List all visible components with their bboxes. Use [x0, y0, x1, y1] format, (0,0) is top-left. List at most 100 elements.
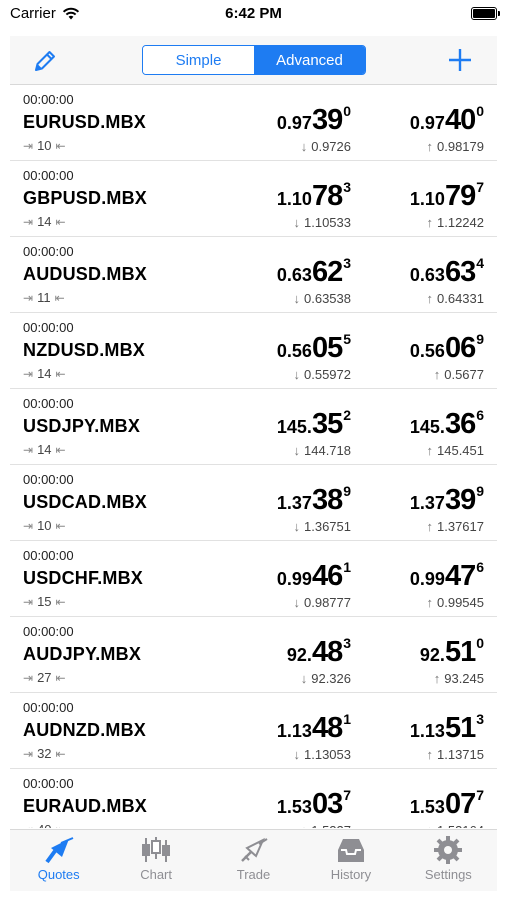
quote-spread: ⇥ 14 ⇤	[23, 214, 66, 229]
daily-low: ↓1.5227	[301, 823, 351, 828]
daily-high-value: 0.99545	[437, 595, 484, 610]
spread-value: 10	[37, 518, 52, 533]
daily-low-value: 1.13053	[304, 747, 351, 762]
tab-chart[interactable]: Chart	[107, 830, 204, 891]
bid-price: 1.10783	[277, 179, 351, 213]
bid-price: 1.53037	[277, 787, 351, 821]
ask-price-fraction: 6	[476, 407, 484, 423]
quote-time: 00:00:00	[23, 168, 74, 183]
bid-price-fraction: 5	[343, 331, 351, 347]
ask-price-fraction: 3	[476, 711, 484, 727]
daily-high-value: 0.5677	[444, 367, 484, 382]
tab-label-settings: Settings	[424, 867, 472, 882]
bid-price: 0.63623	[277, 255, 351, 289]
ask-price-prefix: 0.97	[409, 113, 445, 133]
ask-price-fraction: 7	[476, 179, 484, 195]
tab-history[interactable]: History	[302, 830, 399, 891]
battery-icon	[471, 7, 500, 20]
arrow-up-icon: ↑	[426, 595, 434, 610]
daily-high: ↑ 0.64331	[427, 291, 485, 306]
arrow-down-icon: ↓	[301, 823, 308, 828]
quote-symbol: AUDJPY.MBX	[23, 644, 142, 664]
daily-high-value: 0.98179	[437, 139, 484, 154]
spread-value: 14	[37, 366, 52, 381]
edit-pencil-icon[interactable]	[32, 48, 58, 74]
bid-price-pips: 48	[311, 712, 343, 744]
arrow-left-from-bar-icon: ⇤	[55, 138, 66, 153]
daily-low-value: 1.10533	[304, 215, 351, 230]
quote-spread: ⇥ 40 ⇤	[23, 822, 66, 828]
arrow-down-icon: ↓	[293, 519, 301, 534]
quotes-icon	[45, 837, 74, 864]
settings-icon	[434, 836, 463, 864]
arrow-right-to-bar-icon: ⇥	[23, 823, 33, 829]
bid-price-pips: 78	[311, 180, 343, 212]
daily-low: ↓ 0.63538	[294, 291, 352, 306]
ask-price-pips: 51	[444, 712, 476, 744]
quote-row[interactable]: 00:00:00 EURUSD.MBX ⇥ 10 ⇤ 0.97390 0.97400 ↓ 0.9…	[10, 85, 497, 161]
quote-row[interactable]: 00:00:00 USDCAD.MBX ⇥ 10 ⇤ 1.37389 1.37399 ↓ 1.3…	[10, 465, 497, 541]
tab-label-chart: Chart	[140, 867, 172, 882]
arrow-left-from-bar-icon: ⇤	[55, 594, 66, 609]
tab-settings[interactable]: Settings	[400, 830, 497, 891]
segment-simple[interactable]: Simple	[143, 46, 254, 74]
daily-high: ↑1.53164	[427, 823, 485, 828]
spread-value: 15	[37, 594, 52, 609]
bid-price-prefix: 0.97	[276, 113, 312, 133]
quote-row[interactable]: 00:00:00 AUDUSD.MBX ⇥ 11 ⇤ 0.63623 0.63634 ↓ 0.6…	[10, 237, 497, 313]
tab-trade[interactable]: Trade	[205, 830, 302, 891]
ask-price-pips: 36	[444, 408, 476, 440]
arrow-right-to-bar-icon: ⇥	[23, 366, 34, 381]
bid-price-prefix: 145.	[276, 417, 312, 437]
daily-high-value: 145.451	[437, 443, 484, 458]
bid-price: 0.97390	[277, 103, 351, 137]
add-plus-icon[interactable]	[447, 46, 473, 74]
quote-symbol: USDCAD.MBX	[23, 492, 148, 512]
daily-low-value: 1.5227	[311, 823, 351, 828]
quote-row[interactable]: 00:00:00 USDJPY.MBX ⇥ 14 ⇤ 145.352 145.366 ↓ 144…	[10, 389, 497, 465]
quote-time: 00:00:00	[23, 92, 74, 107]
quote-symbol: NZDUSD.MBX	[23, 340, 145, 360]
bid-price-prefix: 0.99	[276, 569, 312, 589]
arrow-right-to-bar-icon: ⇥	[23, 214, 34, 229]
ask-price-pips: 06	[444, 332, 476, 364]
daily-low: ↓ 0.55972	[294, 367, 352, 382]
ask-price-prefix: 1.53	[409, 797, 445, 817]
quote-time: 00:00:00	[23, 776, 74, 791]
ask-price-pips: 47	[444, 560, 476, 592]
quote-spread: ⇥ 10 ⇤	[23, 138, 66, 153]
tab-bar: Quotes Chart Trade History Settings	[10, 829, 497, 891]
quote-row[interactable]: 00:00:00 NZDUSD.MBX ⇥ 14 ⇤ 0.56055 0.56069 ↓ 0.5…	[10, 313, 497, 389]
ask-price-pips: 40	[444, 104, 476, 136]
bid-price: 0.99461	[277, 559, 351, 593]
ask-price-prefix: 1.13	[409, 721, 445, 741]
daily-high: ↑ 0.98179	[427, 139, 485, 154]
quote-row[interactable]: 00:00:00 AUDNZD.MBX ⇥ 32 ⇤ 1.13481 1.13513 ↓ 1.1…	[10, 693, 497, 769]
ask-price: 0.99476	[410, 559, 484, 593]
daily-high: ↑ 0.99545	[427, 595, 485, 610]
bid-price-fraction: 0	[343, 103, 351, 119]
quote-spread: ⇥ 11 ⇤	[23, 290, 65, 305]
tab-quotes[interactable]: Quotes	[10, 830, 107, 891]
bid-price-pips: 35	[311, 408, 343, 440]
bid-price: 0.56055	[277, 331, 351, 365]
quote-spread: ⇥ 14 ⇤	[23, 442, 66, 457]
arrow-left-from-bar-icon: ⇤	[55, 442, 66, 457]
quote-row[interactable]: 00:00:00 USDCHF.MBX ⇥ 15 ⇤ 0.99461 0.99476 ↓ 0.9…	[10, 541, 497, 617]
quotes-list[interactable]: 00:00:00 EURUSD.MBX ⇥ 10 ⇤ 0.97390 0.97400 ↓ 0.9…	[10, 85, 497, 828]
quote-row[interactable]: 00:00:00 GBPUSD.MBX ⇥ 14 ⇤ 1.10783 1.10797 ↓ 1.1…	[10, 161, 497, 237]
quote-row[interactable]: 00:00:00EURAUD.MBX⇥40⇤1.530371.53077↓1.5…	[10, 769, 497, 828]
ask-price-fraction: 0	[476, 103, 484, 119]
bid-price-pips: 46	[311, 560, 343, 592]
bid-price: 1.13481	[277, 711, 351, 745]
ask-price-pips: 07	[444, 788, 476, 820]
bid-price-fraction: 3	[343, 179, 351, 195]
quote-row[interactable]: 00:00:00 AUDJPY.MBX ⇥ 27 ⇤ 92.483 92.510 ↓ 92.32…	[10, 617, 497, 693]
segment-advanced[interactable]: Advanced	[254, 46, 365, 74]
arrow-left-from-bar-icon: ⇤	[55, 214, 66, 229]
daily-low: ↓ 0.9726	[301, 139, 351, 154]
daily-low-value: 0.63538	[304, 291, 351, 306]
arrow-down-icon: ↓	[293, 291, 301, 306]
bid-price-fraction: 2	[343, 407, 351, 423]
daily-low: ↓ 92.326	[301, 671, 351, 686]
